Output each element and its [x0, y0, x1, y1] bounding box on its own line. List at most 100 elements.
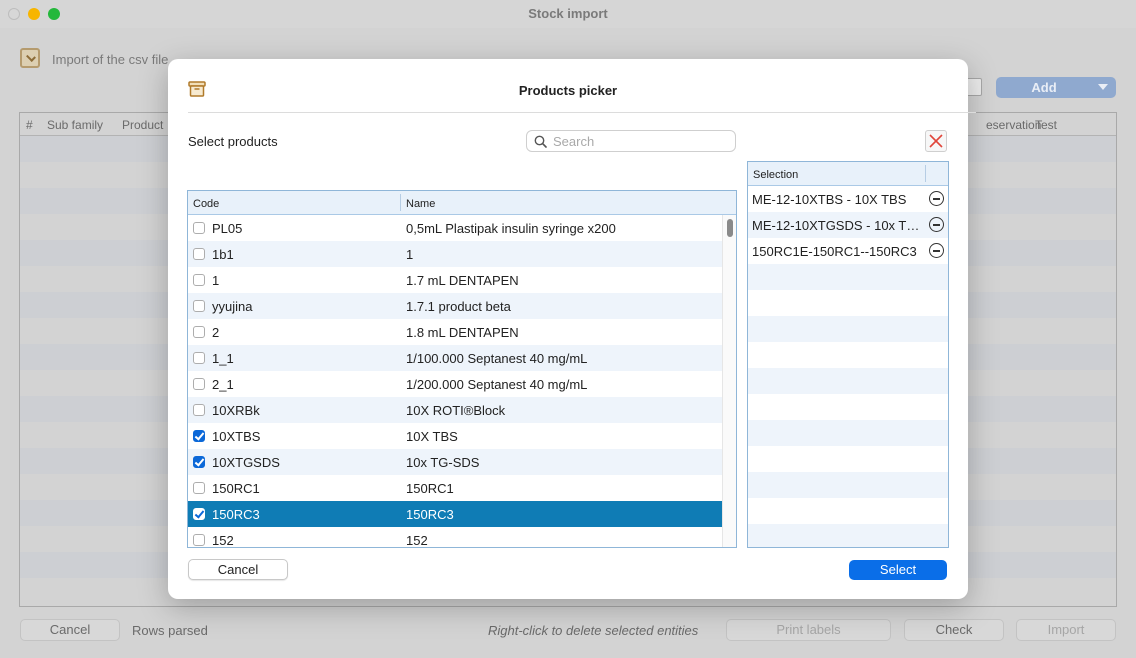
column-header[interactable]: Test — [1035, 118, 1057, 132]
product-checkbox[interactable] — [193, 508, 205, 520]
print-labels-button[interactable]: Print labels — [726, 619, 891, 641]
selection-row — [748, 524, 948, 547]
product-row[interactable]: 10XTGSDS 10x TG-SDS — [188, 449, 722, 475]
product-name: 10X ROTI®Block — [406, 403, 506, 418]
import-csv-label: Import of the csv file — [52, 52, 169, 67]
product-code: yyujina — [212, 299, 253, 314]
code-column-header[interactable]: Code — [193, 198, 219, 210]
selection-item-label: ME-12-10XTBS - 10X TBS — [752, 192, 907, 207]
product-checkbox[interactable] — [193, 534, 205, 546]
product-checkbox[interactable] — [193, 378, 205, 390]
product-name: 1.7.1 product beta — [406, 299, 511, 314]
product-name: 1 — [406, 247, 414, 262]
selection-table: Selection ME-12-10XTBS - 10X TBS ME-12-10… — [747, 161, 949, 548]
product-row[interactable]: 1b1 1 — [188, 241, 722, 267]
selection-row[interactable]: ME-12-10XTBS - 10X TBS — [748, 186, 948, 212]
selection-row — [748, 394, 948, 420]
cancel-import-button[interactable]: Cancel — [20, 619, 120, 641]
minimize-window-button[interactable] — [28, 8, 40, 20]
check-button[interactable]: Check — [904, 619, 1004, 641]
add-button-label: Add — [1031, 80, 1057, 95]
product-name: 1/100.000 Septanest 40 mg/mL — [406, 351, 588, 366]
document-icon[interactable] — [966, 78, 982, 96]
selection-row — [748, 420, 948, 446]
selection-row — [748, 446, 948, 472]
product-checkbox[interactable] — [193, 222, 205, 234]
remove-circle-icon[interactable] — [929, 217, 944, 232]
product-checkbox[interactable] — [193, 248, 205, 260]
dialog-title: Products picker — [518, 83, 618, 98]
selection-item-label: ME-12-10XTGSDS - 10x TG-SDS — [752, 218, 922, 233]
product-code: 10XTGSDS — [212, 455, 280, 470]
product-row[interactable]: 1_1 1/100.000 Septanest 40 mg/mL — [188, 345, 722, 371]
product-row[interactable]: 152 152 — [188, 527, 722, 548]
products-picker-dialog: Products picker Select products Code Nam… — [168, 59, 976, 599]
close-icon — [929, 134, 943, 148]
search-field[interactable] — [526, 130, 736, 152]
add-button[interactable]: Add — [996, 77, 1116, 98]
close-window-button[interactable] — [8, 8, 20, 20]
selection-table-header: Selection — [748, 162, 948, 186]
product-code: 10XRBk — [212, 403, 260, 418]
product-row[interactable]: 150RC3 150RC3 — [188, 501, 722, 527]
chevron-down-icon[interactable] — [1098, 84, 1108, 90]
product-code: 1_1 — [212, 351, 234, 366]
product-checkbox[interactable] — [193, 430, 205, 442]
scrollbar-thumb[interactable] — [727, 219, 733, 237]
maximize-window-button[interactable] — [48, 8, 60, 20]
selection-column-header[interactable]: Selection — [753, 169, 798, 181]
products-scrollbar[interactable] — [722, 215, 736, 547]
product-checkbox[interactable] — [193, 404, 205, 416]
column-header[interactable]: Product — [122, 118, 163, 132]
product-name: 1.7 mL DENTAPEN — [406, 273, 519, 288]
remove-circle-icon[interactable] — [929, 191, 944, 206]
product-row[interactable]: 150RC1 150RC1 — [188, 475, 722, 501]
selection-row — [748, 290, 948, 316]
product-row[interactable]: 10XTBS 10X TBS — [188, 423, 722, 449]
column-header[interactable]: eservation — [986, 118, 1041, 132]
window-title: Stock import — [528, 6, 608, 21]
product-checkbox[interactable] — [193, 326, 205, 338]
product-row[interactable]: yyujina 1.7.1 product beta — [188, 293, 722, 319]
product-checkbox[interactable] — [193, 456, 205, 468]
product-name: 10X TBS — [406, 429, 458, 444]
column-divider[interactable] — [925, 165, 926, 182]
selection-row[interactable]: ME-12-10XTGSDS - 10x TG-SDS — [748, 212, 948, 238]
selection-row — [748, 342, 948, 368]
product-row[interactable]: 2 1.8 mL DENTAPEN — [188, 319, 722, 345]
column-divider[interactable] — [400, 194, 401, 211]
product-code: PL05 — [212, 221, 243, 236]
remove-circle-icon[interactable] — [929, 243, 944, 258]
product-checkbox[interactable] — [193, 482, 205, 494]
bottom-bar: Cancel Rows parsed Right-click to delete… — [0, 616, 1136, 642]
clear-selection-button[interactable] — [925, 130, 947, 152]
selection-row — [748, 368, 948, 394]
product-name: 10x TG-SDS — [406, 455, 480, 470]
column-header[interactable]: # — [26, 118, 33, 132]
column-header[interactable]: Sub family — [47, 118, 103, 132]
product-checkbox[interactable] — [193, 274, 205, 286]
import-button[interactable]: Import — [1016, 619, 1116, 641]
product-row[interactable]: 2_1 1/200.000 Septanest 40 mg/mL — [188, 371, 722, 397]
product-code: 150RC3 — [212, 507, 260, 522]
product-row[interactable]: 10XRBk 10X ROTI®Block — [188, 397, 722, 423]
product-name: 1/200.000 Septanest 40 mg/mL — [406, 377, 588, 392]
selection-row[interactable]: 150RC1E-150RC1--150RC3 — [748, 238, 948, 264]
delete-hint: Right-click to delete selected entities — [488, 623, 699, 638]
products-table: Code Name PL05 0,5mL Plastipak insulin sy… — [187, 190, 737, 548]
divider — [188, 112, 976, 113]
select-products-label: Select products — [188, 134, 278, 149]
product-checkbox[interactable] — [193, 300, 205, 312]
product-row[interactable]: PL05 0,5mL Plastipak insulin syringe x200 — [188, 215, 722, 241]
product-checkbox[interactable] — [193, 352, 205, 364]
products-table-body: PL05 0,5mL Plastipak insulin syringe x200… — [188, 215, 722, 548]
product-code: 1b1 — [212, 247, 234, 262]
product-code: 152 — [212, 533, 234, 548]
product-row[interactable]: 1 1.7 mL DENTAPEN — [188, 267, 722, 293]
product-name: 150RC1 — [406, 481, 454, 496]
cancel-button[interactable]: Cancel — [188, 559, 288, 580]
product-code: 1 — [212, 273, 220, 288]
search-input[interactable] — [553, 133, 729, 149]
name-column-header[interactable]: Name — [406, 198, 435, 210]
select-button[interactable]: Select — [849, 560, 947, 580]
